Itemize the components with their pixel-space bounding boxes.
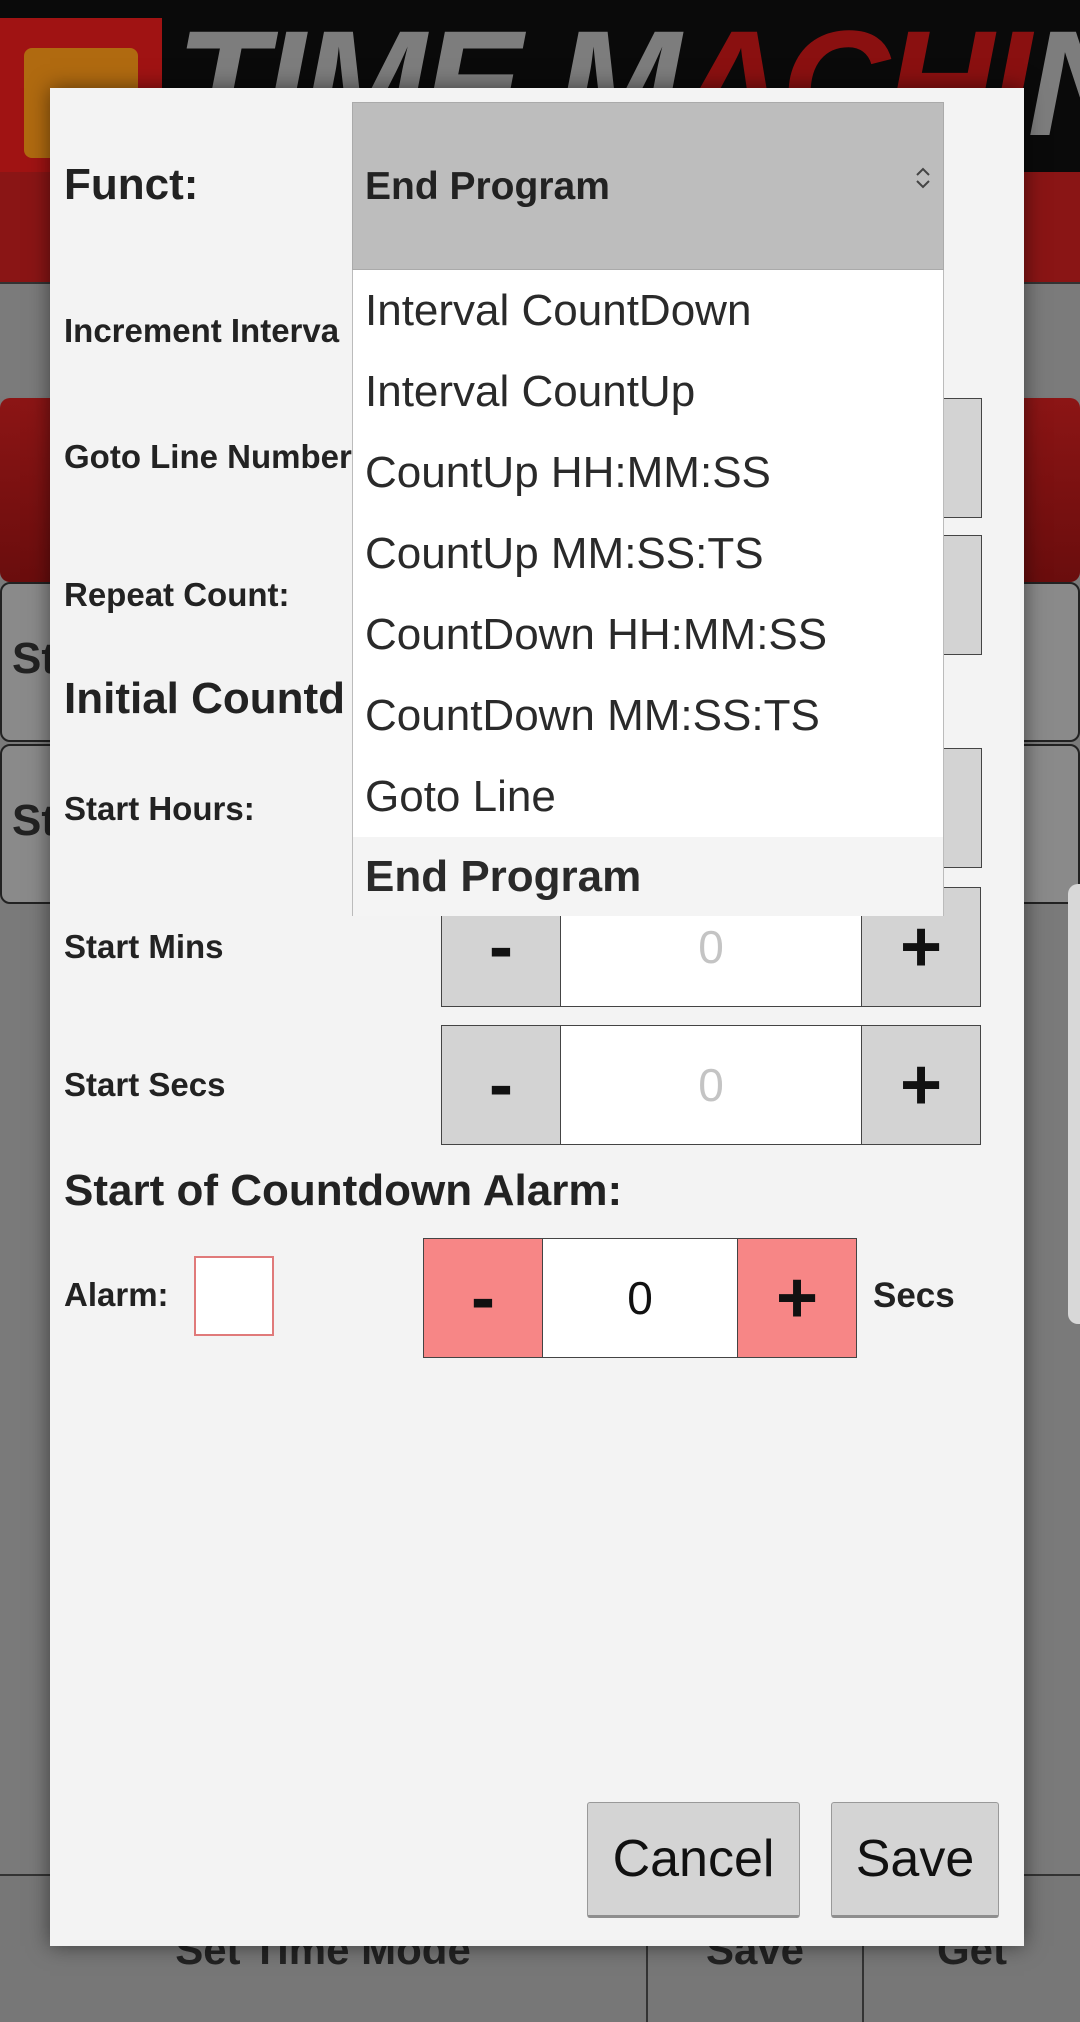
funct-select-value: End Program [365,165,610,208]
dropdown-option-end-program[interactable]: End Program [353,837,943,916]
start-secs-stepper: - 0 + [441,1025,981,1145]
repeat-count-plus-button[interactable] [942,535,982,655]
alarm-stepper: - 0 + [423,1238,857,1358]
funct-dropdown-list: Interval CountDown Interval CountUp Coun… [352,270,944,916]
alarm-section-heading: Start of Countdown Alarm: [64,1166,623,1215]
initial-countdown-heading: Initial Countd [64,674,346,723]
dropdown-option-interval-countdown[interactable]: Interval CountDown [353,270,943,351]
dropdown-option-goto-line[interactable]: Goto Line [353,756,943,837]
dropdown-option-countup-mmssts[interactable]: CountUp MM:SS:TS [353,513,943,594]
goto-line-plus-button[interactable] [942,398,982,518]
alarm-checkbox[interactable] [194,1256,274,1336]
start-secs-minus-button[interactable]: - [441,1025,561,1145]
repeat-count-label: Repeat Count: [64,576,290,613]
save-button[interactable]: Save [831,1802,999,1918]
alarm-unit-label: Secs [873,1276,955,1315]
edit-line-dialog: Funct: Increment Interva Goto Line Numbe… [50,88,1024,1946]
scrollbar-handle[interactable] [1068,884,1080,1324]
start-secs-plus-button[interactable]: + [861,1025,981,1145]
alarm-label: Alarm: [64,1276,169,1313]
start-mins-label: Start Mins [64,928,224,965]
increment-interval-label: Increment Interva [64,312,340,349]
cancel-button[interactable]: Cancel [587,1802,800,1918]
start-secs-label: Start Secs [64,1066,226,1103]
dropdown-option-countdown-mmssts[interactable]: CountDown MM:SS:TS [353,675,943,756]
alarm-plus-button[interactable]: + [737,1238,857,1358]
alarm-minus-button[interactable]: - [423,1238,543,1358]
dropdown-option-countup-hhmmss[interactable]: CountUp HH:MM:SS [353,432,943,513]
dropdown-option-interval-countup[interactable]: Interval CountUp [353,351,943,432]
goto-line-label: Goto Line Number [64,438,352,475]
chevron-up-down-icon [915,165,931,195]
start-hours-plus-button[interactable] [942,748,982,868]
funct-label: Funct: [64,160,199,209]
dropdown-option-countdown-hhmmss[interactable]: CountDown HH:MM:SS [353,594,943,675]
start-hours-label: Start Hours: [64,790,255,827]
start-secs-value[interactable]: 0 [561,1025,861,1145]
alarm-value[interactable]: 0 [543,1238,737,1358]
funct-select[interactable]: End Program [352,102,944,270]
